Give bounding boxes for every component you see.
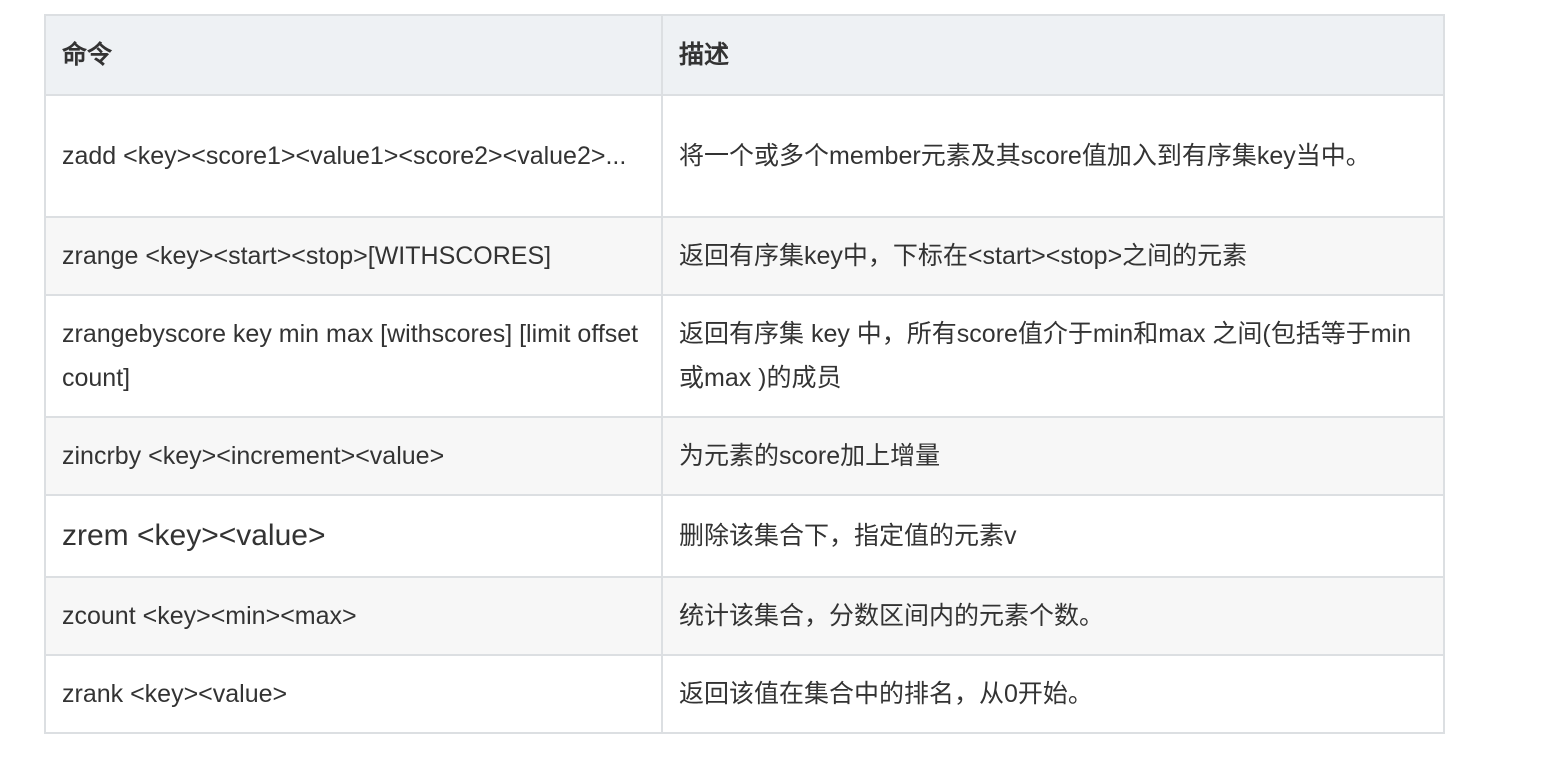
table-row: zincrby <key><increment><value> 为元素的scor… [44, 416, 1445, 496]
table-body: zadd <key><score1><value1><score2><value… [44, 94, 1445, 734]
description-cell: 将一个或多个member元素及其score值加入到有序集key当中。 [661, 94, 1445, 218]
commands-table-container: 命令 描述 zadd <key><score1><value1><score2>… [44, 14, 1445, 734]
command-cell: zrange <key><start><stop>[WITHSCORES] [44, 216, 663, 296]
commands-table: 命令 描述 zadd <key><score1><value1><score2>… [44, 14, 1445, 734]
description-cell: 为元素的score加上增量 [661, 416, 1445, 496]
table-row: zrank <key><value> 返回该值在集合中的排名，从0开始。 [44, 654, 1445, 734]
header-description: 描述 [661, 14, 1445, 96]
description-cell: 删除该集合下，指定值的元素v [661, 494, 1445, 578]
command-cell: zcount <key><min><max> [44, 576, 663, 656]
command-cell: zrem <key><value> [44, 494, 663, 578]
command-cell: zrank <key><value> [44, 654, 663, 734]
table-row: zrem <key><value> 删除该集合下，指定值的元素v [44, 494, 1445, 578]
description-cell: 返回该值在集合中的排名，从0开始。 [661, 654, 1445, 734]
description-cell: 统计该集合，分数区间内的元素个数。 [661, 576, 1445, 656]
table-row: zcount <key><min><max> 统计该集合，分数区间内的元素个数。 [44, 576, 1445, 656]
command-cell: zrangebyscore key min max [withscores] [… [44, 294, 663, 418]
header-command: 命令 [44, 14, 663, 96]
command-cell: zadd <key><score1><value1><score2><value… [44, 94, 663, 218]
table-row: zrange <key><start><stop>[WITHSCORES] 返回… [44, 216, 1445, 296]
table-row: zrangebyscore key min max [withscores] [… [44, 294, 1445, 418]
command-cell: zincrby <key><increment><value> [44, 416, 663, 496]
table-row: zadd <key><score1><value1><score2><value… [44, 94, 1445, 218]
table-header: 命令 描述 [44, 14, 1445, 96]
description-cell: 返回有序集key中，下标在<start><stop>之间的元素 [661, 216, 1445, 296]
description-cell: 返回有序集 key 中，所有score值介于min和max 之间(包括等于min… [661, 294, 1445, 418]
header-row: 命令 描述 [44, 14, 1445, 96]
